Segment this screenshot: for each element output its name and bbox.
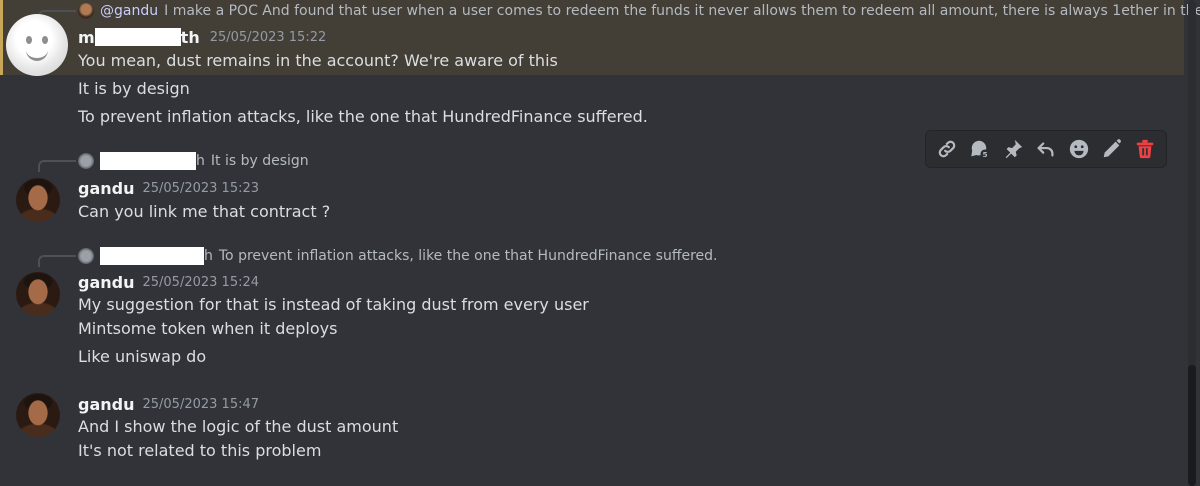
username[interactable]: gandu [78,273,134,292]
reply-mention: @gandu [100,3,159,19]
avatar-mouth [26,48,48,61]
username[interactable]: m th [78,27,200,47]
message-line: It is by design [78,79,190,98]
reply-connector [38,160,76,172]
redacted-username [94,27,181,46]
avatar[interactable] [6,14,68,76]
pin-icon[interactable] [999,135,1027,163]
timestamp: 25/05/2023 15:47 [142,396,260,412]
avatar-eye [42,36,48,44]
message-header: gandu 25/05/2023 15:24 [78,271,259,293]
reply-author-visible-end: h [204,248,213,264]
message-line: And I show the logic of the dust amount [78,417,399,436]
avatar[interactable] [16,393,60,437]
reply-avatar [78,248,94,264]
username[interactable]: gandu [78,395,134,414]
scrollbar-thumb[interactable] [1188,365,1196,486]
message-line: You mean, dust remains in the account? W… [78,51,558,70]
reply-avatar [78,3,94,19]
reply-icon[interactable] [1032,135,1060,163]
reply-author-visible-end: h [196,153,205,169]
message-list: @gandu I make a POC And found that user … [0,0,1200,486]
username-visible-end: th [180,27,200,47]
redacted-username [100,152,196,170]
username-visible-start: m [78,27,95,47]
message-actions-toolbar: 5 [925,130,1167,168]
delete-icon[interactable] [1131,135,1159,163]
avatar[interactable] [16,272,60,316]
timestamp: 25/05/2023 15:24 [142,274,260,290]
reply-avatar [78,153,94,169]
timestamp: 25/05/2023 15:23 [142,180,260,196]
create-thread-icon[interactable]: 5 [966,135,994,163]
edit-icon[interactable] [1098,135,1126,163]
username[interactable]: gandu [78,179,134,198]
reply-text: It is by design [210,153,309,169]
message-line: To prevent inflation attacks, like the o… [78,107,648,126]
message-header: m th 25/05/2023 15:22 [78,26,326,48]
reply-reference[interactable]: h It is by design [78,151,309,171]
reply-text: I make a POC And found that user when a … [164,3,1200,19]
message-line: Like uniswap do [78,347,207,366]
message-line: Can you link me that contract ? [78,202,331,221]
avatar-eye [26,36,32,44]
link-icon[interactable] [933,135,961,163]
redacted-username [100,247,204,265]
emoji-icon[interactable] [1065,135,1093,163]
reply-reference[interactable]: @gandu I make a POC And found that user … [78,1,1200,21]
message-line: It's not related to this problem [78,441,322,460]
reply-text: To prevent inflation attacks, like the o… [218,248,718,264]
timestamp: 25/05/2023 15:22 [209,29,327,45]
message-header: gandu 25/05/2023 15:23 [78,177,259,199]
message-header: gandu 25/05/2023 15:47 [78,393,259,415]
reply-connector [38,255,76,267]
message-line: Mintsome token when it deploys [78,319,338,338]
avatar[interactable] [16,178,60,222]
svg-text:5: 5 [982,150,987,159]
reply-reference[interactable]: h To prevent inflation attacks, like the… [78,246,718,266]
message-line: My suggestion for that is instead of tak… [78,295,589,314]
scrollbar[interactable] [1188,0,1196,486]
